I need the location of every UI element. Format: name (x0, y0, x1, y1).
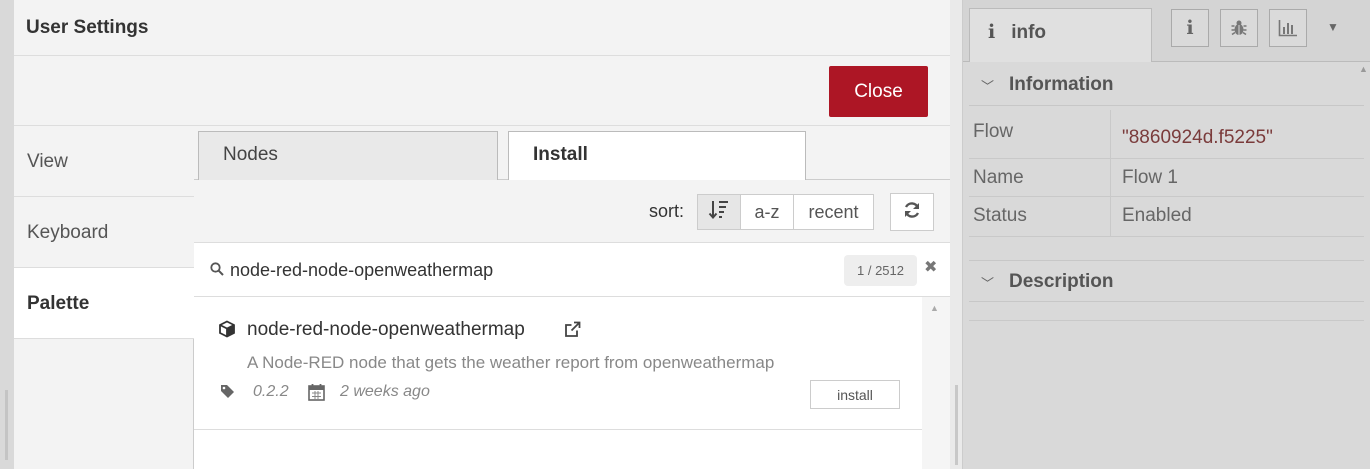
tab-nodes[interactable]: Nodes (198, 131, 498, 181)
tab-info[interactable]: i info (969, 8, 1152, 62)
sort-label: sort: (649, 201, 685, 221)
tag-icon (221, 385, 234, 398)
scroll-up-icon[interactable]: ▲ (1359, 64, 1368, 74)
description-body (969, 313, 1364, 321)
table-row: Status Enabled (969, 196, 1364, 237)
chevron-down-icon: ﹀ (981, 79, 995, 94)
palette-tabs: Nodes Install (194, 126, 950, 181)
settings-tab-view[interactable]: View (14, 126, 194, 197)
sort-recent-button[interactable]: recent (793, 194, 874, 230)
refresh-button[interactable] (890, 193, 934, 231)
palette-panel: Nodes Install sort: a-z recent node-red-… (194, 126, 950, 469)
node-updated: 2 weeks ago (340, 383, 430, 400)
clear-search-icon[interactable]: ✖ (924, 257, 937, 277)
sidebar-debug-button[interactable] (1220, 9, 1258, 47)
section-description-label: Description (1009, 271, 1114, 292)
sidebar-splitter[interactable] (950, 0, 963, 469)
sort-bar: sort: a-z recent (194, 180, 950, 243)
info-key: Status (973, 205, 1027, 226)
sidebar-dashboard-button[interactable] (1269, 9, 1307, 47)
section-information[interactable]: ﹀ Information (969, 64, 1364, 106)
sidebar-tabs: i info i ▼ (963, 0, 1370, 62)
splitter-grip (955, 385, 958, 465)
sort-relevance-icon (708, 200, 728, 219)
user-settings-dialog: User Settings Close View Keyboard Palett… (14, 0, 950, 469)
settings-tabs: View Keyboard Palette (14, 126, 195, 469)
scroll-up-icon[interactable]: ▲ (930, 303, 939, 313)
workspace-edge (0, 0, 14, 469)
info-icon: i (988, 21, 996, 43)
results-scrollbar[interactable]: ▲ (922, 297, 950, 469)
dialog-toolbar: Close (14, 56, 950, 126)
sort-az-button[interactable]: a-z (740, 194, 794, 230)
chevron-down-icon: ﹀ (981, 276, 995, 291)
list-item: node-red-node-openweathermap A Node-RED … (194, 297, 922, 430)
cube-icon (219, 320, 235, 338)
info-icon: i (1186, 17, 1194, 39)
section-information-label: Information (1009, 74, 1114, 95)
info-value: Enabled (1122, 205, 1192, 226)
info-value: "8860924d.f5225" (1122, 127, 1273, 148)
search-icon (210, 262, 224, 276)
settings-tab-palette[interactable]: Palette (14, 268, 195, 339)
node-description: A Node-RED node that gets the weather re… (247, 353, 775, 372)
install-button[interactable]: install (810, 380, 900, 409)
external-link-icon[interactable] (564, 321, 581, 338)
refresh-icon (904, 201, 920, 218)
result-count-badge: 1 / 2512 (844, 255, 917, 286)
info-sidebar: i info i ▼ ﹀ Information Flow "8860924d.… (963, 0, 1370, 469)
tab-install[interactable]: Install (508, 131, 806, 181)
info-key: Flow (973, 121, 1014, 142)
section-description[interactable]: ﹀ Description (969, 260, 1364, 302)
close-button[interactable]: Close (829, 66, 928, 117)
table-row: Name Flow 1 (969, 158, 1364, 197)
bug-icon (1231, 20, 1247, 36)
sort-relevance-button[interactable] (697, 194, 741, 230)
results-list: node-red-node-openweathermap A Node-RED … (194, 297, 922, 469)
sidebar-menu-icon[interactable]: ▼ (1327, 20, 1339, 34)
node-version: 0.2.2 (253, 383, 289, 400)
info-key: Name (973, 167, 1024, 188)
dialog-title: User Settings (14, 0, 950, 56)
node-name: node-red-node-openweathermap (247, 319, 525, 340)
sidebar-info-button[interactable]: i (1171, 9, 1209, 47)
calendar-icon (308, 384, 325, 401)
table-row: Flow "8860924d.f5225" (969, 110, 1364, 159)
info-value: Flow 1 (1122, 167, 1178, 188)
search-bar: 1 / 2512 ✖ (194, 243, 950, 297)
search-input[interactable] (230, 254, 790, 286)
settings-tab-keyboard[interactable]: Keyboard (14, 197, 194, 268)
bar-chart-icon (1278, 20, 1297, 37)
tab-info-label: info (1011, 22, 1047, 43)
scroll-grip (5, 390, 8, 460)
